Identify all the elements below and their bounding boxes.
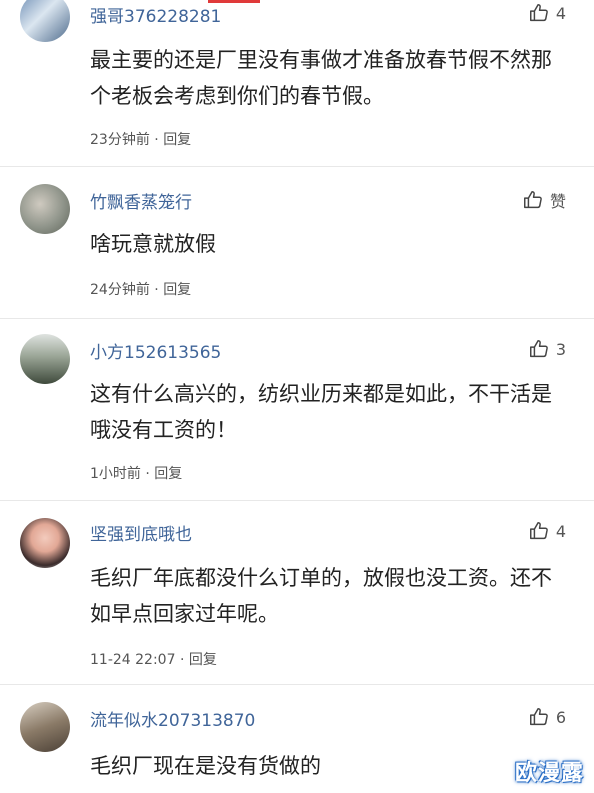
comment-text: 这有什么高兴的，纺织业历来都是如此，不干活是哦没有工资的！ [90, 382, 552, 442]
comment-meta: 23分钟前 · 回复 [90, 129, 191, 149]
like-button[interactable]: 6 [528, 706, 566, 728]
reply-link[interactable]: 回复 [154, 466, 182, 482]
thumbs-up-icon [529, 340, 548, 358]
thumbs-up-icon [524, 191, 542, 209]
avatar[interactable] [20, 702, 70, 752]
comment-meta: 1小时前 · 回复 [90, 463, 182, 483]
divider [0, 500, 594, 501]
comment-time: 1小时前 [90, 466, 141, 482]
avatar[interactable] [20, 518, 70, 568]
reply-link[interactable]: 回复 [189, 652, 217, 668]
comment-text: 毛织厂现在是没有货做的 [90, 754, 321, 778]
like-count: 4 [555, 521, 566, 541]
like-button[interactable]: 4 [528, 2, 566, 24]
like-button[interactable]: 4 [528, 520, 566, 542]
like-count: 赞 [549, 192, 566, 211]
avatar[interactable] [20, 184, 70, 234]
divider [0, 318, 594, 319]
reply-link[interactable]: 回复 [163, 282, 191, 298]
separator-dot: · [179, 652, 185, 668]
comment-text: 毛织厂年底都没什么订单的，放假也没工资。还不如早点回家过年呢。 [90, 566, 552, 626]
thumbs-up-icon [529, 708, 548, 726]
comment-username[interactable]: 强哥376228281 [90, 2, 221, 27]
like-count: 4 [555, 3, 566, 23]
divider [0, 166, 594, 167]
comment-time: 24分钟前 [90, 282, 150, 298]
comment-username[interactable]: 坚强到底哦也 [90, 520, 192, 545]
comment-meta: 11-24 22:07 · 回复 [90, 649, 217, 669]
separator-dot: · [145, 466, 150, 482]
comment-text: 啥玩意就放假 [90, 232, 216, 256]
reply-link[interactable]: 回复 [163, 132, 191, 148]
watermark: 欧漫露 [514, 761, 584, 786]
comment-time: 11-24 22:07 [90, 652, 176, 668]
separator-dot: · [154, 132, 159, 148]
comment-meta: 24分钟前 · 回复 [90, 279, 191, 299]
comment-username[interactable]: 竹飘香蒸笼行 [90, 188, 192, 213]
separator-dot: · [154, 282, 159, 298]
thumbs-up-icon [529, 4, 548, 22]
comment-username[interactable]: 小方152613565 [90, 338, 221, 363]
like-button[interactable]: 3 [528, 338, 566, 360]
comment-time: 23分钟前 [90, 132, 150, 148]
thumbs-up-icon [529, 522, 548, 540]
comment-text: 最主要的还是厂里没有事做才准备放春节假不然那个老板会考虑到你们的春节假。 [90, 48, 552, 108]
avatar[interactable] [20, 334, 70, 384]
comment-username[interactable]: 流年似水207313870 [90, 706, 255, 731]
like-button[interactable]: 赞 [522, 188, 566, 212]
divider [0, 684, 594, 685]
like-count: 3 [555, 339, 566, 359]
like-count: 6 [555, 707, 566, 727]
avatar[interactable] [20, 0, 70, 42]
